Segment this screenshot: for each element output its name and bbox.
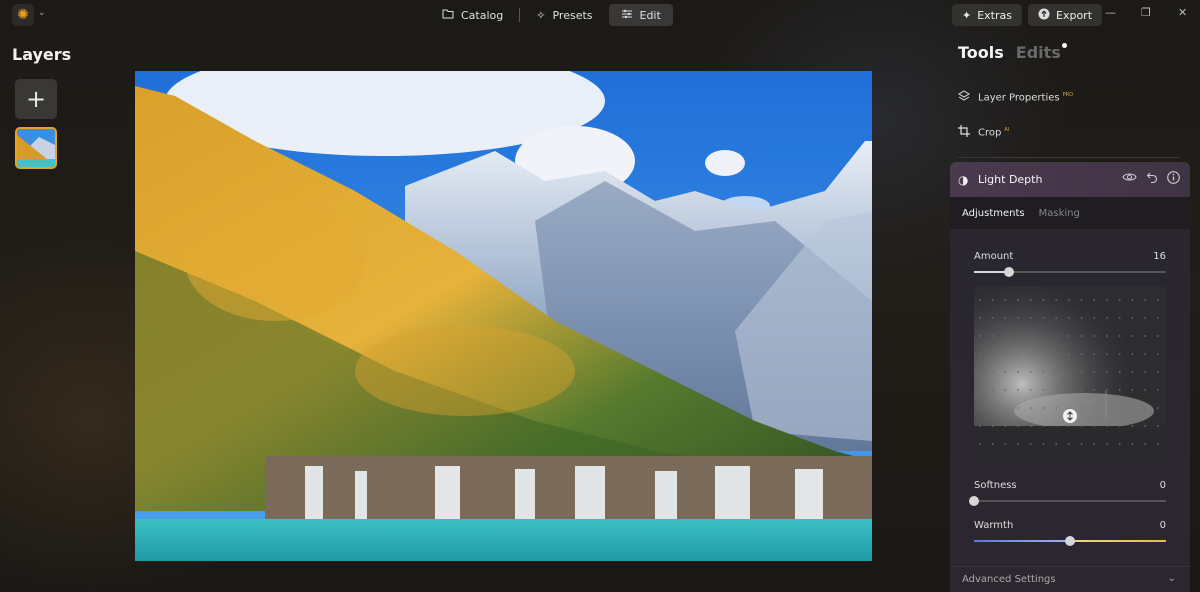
nav-presets-label: Presets	[552, 8, 593, 22]
sparkle-icon: ✦	[962, 8, 972, 22]
amount-label: Amount	[974, 251, 1014, 262]
nav-edit-label: Edit	[639, 8, 661, 22]
pro-badge: PRO	[1062, 91, 1074, 98]
plus-icon: +	[25, 85, 47, 113]
warmth-value: 0	[1159, 520, 1166, 531]
info-icon[interactable]	[1167, 171, 1180, 188]
light-depth-body: Amount 16 Softness 0 Warmth 0	[950, 229, 1190, 592]
tab-edits-label: Edits	[1015, 43, 1061, 62]
softness-slider-handle[interactable]	[969, 496, 979, 506]
layers-icon	[958, 90, 970, 105]
folder-icon	[442, 8, 454, 22]
top-bar: ✺ ⌄ Catalog ✧ Presets Edit ✦ Extras Expo…	[0, 0, 1200, 30]
light-depth-subtabs: Adjustments Masking	[950, 197, 1190, 229]
tool-layer-properties-label: Layer Properties	[978, 92, 1060, 104]
half-circle-icon: ◑	[958, 172, 969, 187]
nav-catalog[interactable]: Catalog	[430, 4, 515, 26]
warmth-cool-segment	[974, 540, 1070, 542]
sun-logo-icon[interactable]: ✺	[12, 4, 34, 26]
amount-value: 16	[1153, 251, 1166, 262]
layers-title: Layers	[12, 45, 72, 64]
upload-icon	[1038, 8, 1050, 23]
eye-icon[interactable]	[1122, 171, 1137, 188]
minimize-icon[interactable]: —	[1105, 6, 1116, 19]
export-label: Export	[1056, 8, 1093, 22]
nav-presets[interactable]: ✧ Presets	[524, 4, 604, 26]
export-button[interactable]: Export	[1028, 4, 1103, 26]
tab-adjustments[interactable]: Adjustments	[962, 208, 1025, 229]
chevron-down-icon: ⌄	[1167, 573, 1176, 584]
warmth-slider[interactable]	[974, 536, 1166, 546]
nav-edit[interactable]: Edit	[608, 4, 673, 26]
tool-layer-properties[interactable]: Layer Properties PRO	[958, 90, 1073, 105]
light-depth-title: Light Depth	[978, 173, 1043, 186]
tool-crop[interactable]: Crop AI	[958, 125, 1009, 140]
tool-crop-label: Crop	[978, 127, 1002, 139]
extras-button[interactable]: ✦ Extras	[952, 4, 1022, 26]
notification-dot	[1061, 43, 1067, 48]
layer-thumbnail[interactable]	[15, 127, 57, 169]
depth-map-preview[interactable]	[974, 286, 1166, 464]
warmth-warm-segment	[1070, 540, 1166, 542]
top-actions: ✦ Extras Export	[952, 4, 1103, 26]
nav-catalog-label: Catalog	[461, 8, 504, 22]
amount-slider[interactable]	[974, 267, 1166, 277]
warmth-slider-handle[interactable]	[1065, 536, 1075, 546]
tab-tools[interactable]: Tools	[958, 43, 1004, 62]
tab-masking[interactable]: Masking	[1039, 208, 1080, 229]
tab-edits[interactable]: Edits	[1015, 43, 1067, 62]
amount-slider-handle[interactable]	[1003, 267, 1014, 277]
restore-icon[interactable]: ❐	[1141, 6, 1151, 19]
extras-label: Extras	[977, 8, 1012, 22]
sparkle-icon: ✧	[536, 8, 546, 22]
main-photo[interactable]	[135, 71, 872, 561]
undo-icon[interactable]	[1146, 171, 1158, 188]
panel-divider	[958, 157, 1180, 158]
advanced-settings-label: Advanced Settings	[962, 574, 1056, 585]
softness-slider[interactable]	[969, 496, 1166, 506]
sliders-icon	[621, 9, 633, 22]
main-nav: Catalog ✧ Presets Edit	[430, 4, 673, 26]
close-icon[interactable]: ✕	[1178, 6, 1187, 19]
nav-separator	[519, 8, 521, 22]
ai-badge: AI	[1004, 126, 1010, 133]
warmth-label: Warmth	[974, 520, 1014, 531]
panel-tabs: Tools Edits	[958, 43, 1067, 62]
advanced-settings-row[interactable]: Advanced Settings ⌄	[950, 566, 1190, 592]
chevron-down-icon[interactable]: ⌄	[38, 8, 46, 18]
crop-icon	[958, 125, 970, 140]
softness-label: Softness	[974, 480, 1017, 491]
light-depth-header[interactable]: ◑ Light Depth	[950, 162, 1190, 197]
softness-value: 0	[1159, 480, 1166, 491]
add-layer-button[interactable]: +	[15, 79, 57, 119]
light-depth-panel: ◑ Light Depth Adjustments Masking Amount…	[950, 162, 1190, 592]
